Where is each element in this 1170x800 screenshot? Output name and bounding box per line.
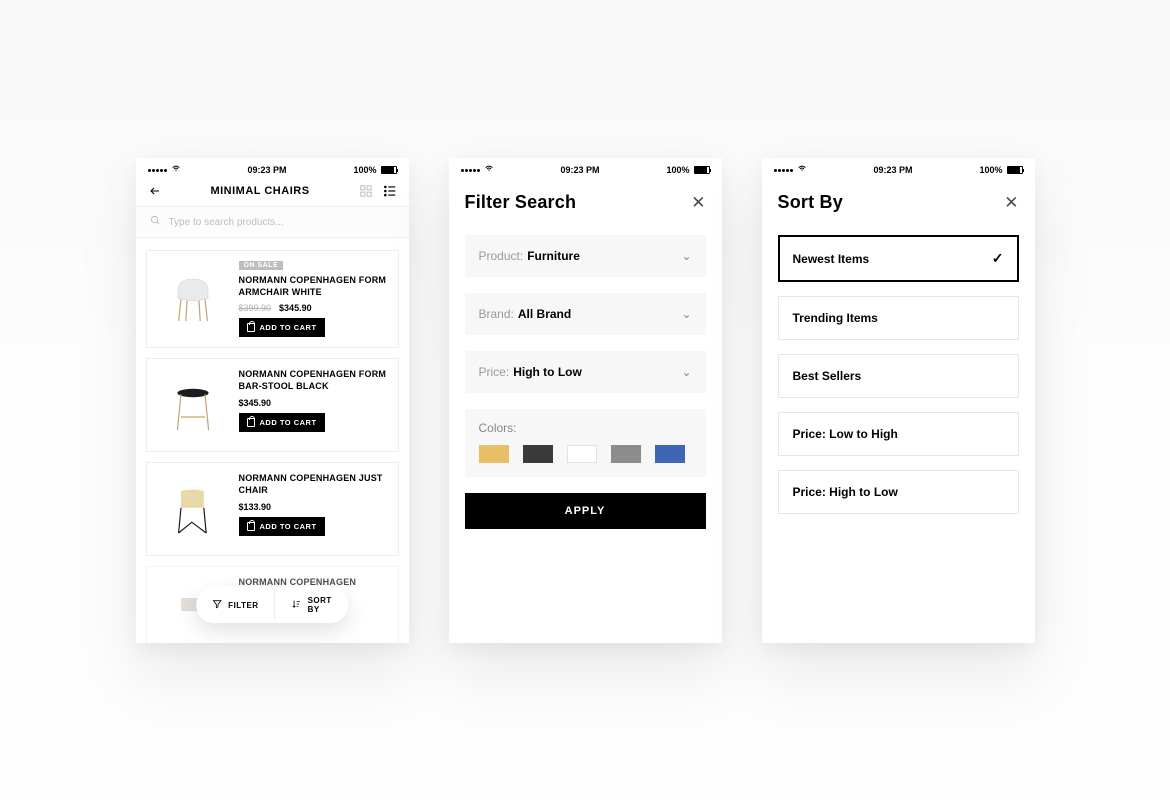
- product-image: [157, 261, 229, 333]
- bag-icon: [247, 323, 255, 332]
- status-battery-pct: 100%: [353, 165, 376, 175]
- sale-badge: ON SALE: [239, 261, 284, 270]
- product-card[interactable]: NORMANN COPENHAGEN JUST CHAIR $133.90 AD…: [146, 462, 399, 556]
- battery-icon: [694, 166, 710, 174]
- filter-sort-bar: FILTER SORT BY: [196, 587, 348, 623]
- sort-option-trending[interactable]: Trending Items: [778, 296, 1019, 340]
- chevron-down-icon: ⌄: [681, 307, 691, 321]
- status-battery-pct: 100%: [666, 165, 689, 175]
- product-price: $345.90: [279, 303, 312, 313]
- search-icon: [150, 215, 161, 229]
- colors-label: Colors:: [479, 421, 692, 435]
- filter-price-select[interactable]: Price:High to Low ⌄: [465, 351, 706, 393]
- product-image: [157, 369, 229, 441]
- status-bar: 09:23 PM 100%: [449, 158, 722, 174]
- filter-icon: [212, 599, 222, 611]
- color-swatch[interactable]: [611, 445, 641, 463]
- search-input[interactable]: [169, 217, 395, 228]
- screen-products: 09:23 PM 100% MINIMAL CHAIRS: [136, 158, 409, 643]
- product-title: NORMANN COPENHAGEN JUST CHAIR: [239, 473, 388, 496]
- color-swatch[interactable]: [479, 445, 509, 463]
- battery-icon: [1007, 166, 1023, 174]
- wifi-icon: [797, 165, 807, 175]
- filter-colors: Colors:: [465, 409, 706, 477]
- battery-icon: [381, 166, 397, 174]
- check-icon: ✓: [992, 250, 1004, 267]
- color-swatch[interactable]: [655, 445, 685, 463]
- product-image: [157, 473, 229, 545]
- status-time: 09:23 PM: [560, 165, 599, 175]
- product-card[interactable]: ON SALE NORMANN COPENHAGEN FORM ARMCHAIR…: [146, 250, 399, 348]
- add-to-cart-button[interactable]: ADD TO CART: [239, 517, 325, 536]
- screen-filter: 09:23 PM 100% Filter Search ✕ Product:Fu…: [449, 158, 722, 643]
- apply-button[interactable]: APPLY: [465, 493, 706, 529]
- chevron-down-icon: ⌄: [681, 249, 691, 263]
- sort-option-bestsellers[interactable]: Best Sellers: [778, 354, 1019, 398]
- add-to-cart-button[interactable]: ADD TO CART: [239, 318, 325, 337]
- signal-dots-icon: [461, 169, 480, 172]
- wifi-icon: [484, 165, 494, 175]
- product-list: ON SALE NORMANN COPENHAGEN FORM ARMCHAIR…: [136, 238, 409, 643]
- color-swatch[interactable]: [567, 445, 597, 463]
- back-icon[interactable]: [148, 184, 162, 198]
- grid-view-icon[interactable]: [359, 184, 373, 198]
- bag-icon: [247, 522, 255, 531]
- chevron-down-icon: ⌄: [681, 365, 691, 379]
- color-swatch[interactable]: [523, 445, 553, 463]
- sort-title: Sort By: [778, 192, 843, 213]
- status-time: 09:23 PM: [873, 165, 912, 175]
- floatbar-filter-button[interactable]: FILTER: [196, 590, 275, 620]
- product-price: $133.90: [239, 502, 272, 512]
- signal-dots-icon: [774, 169, 793, 172]
- filter-brand-select[interactable]: Brand:All Brand ⌄: [465, 293, 706, 335]
- nav-bar: MINIMAL CHAIRS: [136, 174, 409, 207]
- add-to-cart-button[interactable]: ADD TO CART: [239, 413, 325, 432]
- list-view-icon[interactable]: [383, 184, 397, 198]
- status-time: 09:23 PM: [247, 165, 286, 175]
- signal-dots-icon: [148, 169, 167, 172]
- filter-title: Filter Search: [465, 192, 577, 213]
- wifi-icon: [171, 165, 181, 175]
- sort-option-price-high-low[interactable]: Price: High to Low: [778, 470, 1019, 514]
- close-icon[interactable]: ✕: [691, 194, 705, 211]
- screen-sort: 09:23 PM 100% Sort By ✕ Newest Items ✓ T…: [762, 158, 1035, 643]
- page-title: MINIMAL CHAIRS: [162, 185, 359, 197]
- close-icon[interactable]: ✕: [1004, 194, 1018, 211]
- sort-option-price-low-high[interactable]: Price: Low to High: [778, 412, 1019, 456]
- status-battery-pct: 100%: [979, 165, 1002, 175]
- filter-product-select[interactable]: Product:Furniture ⌄: [465, 235, 706, 277]
- status-bar: 09:23 PM 100%: [762, 158, 1035, 174]
- product-card[interactable]: NORMANN COPENHAGEN FORM BAR-STOOL BLACK …: [146, 358, 399, 452]
- product-price-old: $399.90: [239, 303, 272, 313]
- sort-icon: [292, 599, 302, 611]
- sort-option-newest[interactable]: Newest Items ✓: [778, 235, 1019, 282]
- bag-icon: [247, 418, 255, 427]
- floatbar-sort-button[interactable]: SORT BY: [276, 587, 348, 623]
- product-price: $345.90: [239, 398, 272, 408]
- product-title: NORMANN COPENHAGEN FORM ARMCHAIR WHITE: [239, 275, 388, 298]
- status-bar: 09:23 PM 100%: [136, 158, 409, 174]
- search-bar[interactable]: [136, 207, 409, 238]
- product-title: NORMANN COPENHAGEN FORM BAR-STOOL BLACK: [239, 369, 388, 392]
